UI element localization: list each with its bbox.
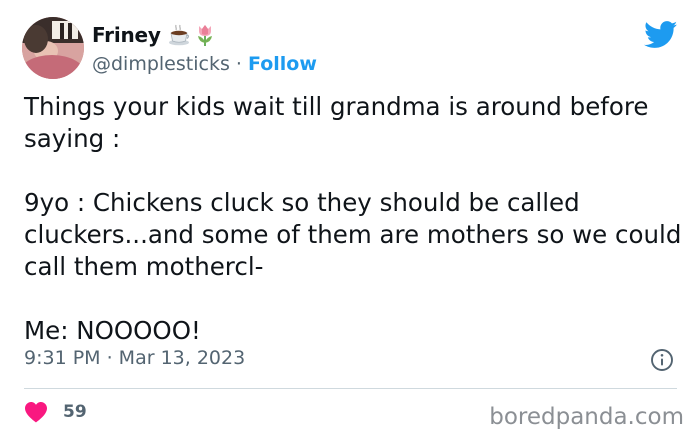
like-action[interactable]: 59: [24, 401, 87, 423]
divider: [24, 388, 677, 389]
watermark: boredpanda.com: [489, 404, 684, 430]
avatar[interactable]: [22, 17, 84, 79]
follow-link[interactable]: Follow: [248, 53, 317, 75]
tweet-text: Things your kids wait till grandma is ar…: [24, 92, 682, 345]
heart-icon[interactable]: [24, 401, 48, 423]
twitter-bird-icon[interactable]: [644, 21, 678, 49]
display-name-row: Friney: [92, 22, 317, 48]
handle-separator: ·: [229, 53, 248, 75]
author-info: Friney @dimplesticks · Follow: [92, 22, 317, 75]
info-icon[interactable]: [650, 348, 674, 372]
handle-row: @dimplesticks · Follow: [92, 53, 317, 75]
tulip-icon: [193, 23, 217, 47]
user-handle[interactable]: @dimplesticks: [92, 53, 230, 75]
coffee-icon: [167, 23, 191, 47]
display-name[interactable]: Friney: [92, 23, 161, 47]
like-count: 59: [63, 402, 87, 422]
tweet-timestamp[interactable]: 9:31 PM · Mar 13, 2023: [24, 347, 245, 369]
tweet-card: Friney @dimplesticks · Follow Things you…: [0, 0, 700, 441]
